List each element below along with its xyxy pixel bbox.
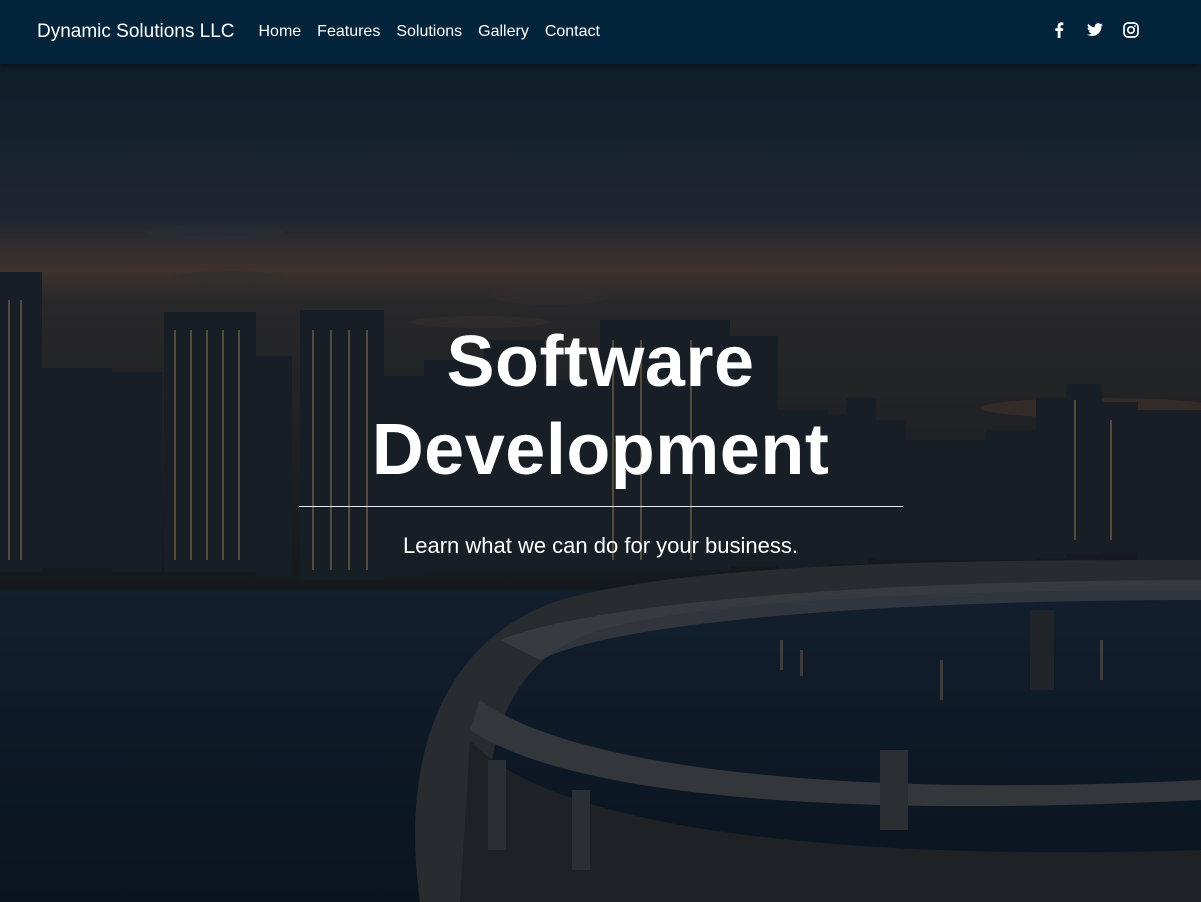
hero-title-line-1: Software (446, 322, 755, 402)
nav-link-contact[interactable]: Contact (545, 23, 600, 41)
social-links (1033, 20, 1141, 40)
facebook-icon[interactable] (1049, 20, 1069, 40)
nav-link-gallery[interactable]: Gallery (478, 23, 529, 41)
hero-title-line-2: Development (371, 410, 830, 490)
nav-link-features[interactable]: Features (317, 23, 380, 41)
nav-link-home[interactable]: Home (258, 23, 301, 41)
nav-links: Home Features Solutions Gallery Contact (258, 23, 615, 41)
hero-divider (298, 506, 903, 507)
brand-logo-link[interactable]: Dynamic Solutions LLC (37, 21, 234, 43)
nav-link-solutions[interactable]: Solutions (396, 23, 462, 41)
twitter-icon[interactable] (1085, 20, 1105, 40)
hero-title: Software Development (341, 318, 861, 494)
hero-subtitle: Learn what we can do for your business. (402, 533, 798, 558)
hero-content: Software Development Learn what we can d… (0, 318, 1201, 559)
top-navbar: Dynamic Solutions LLC Home Features Solu… (0, 0, 1201, 64)
instagram-icon[interactable] (1121, 20, 1141, 40)
